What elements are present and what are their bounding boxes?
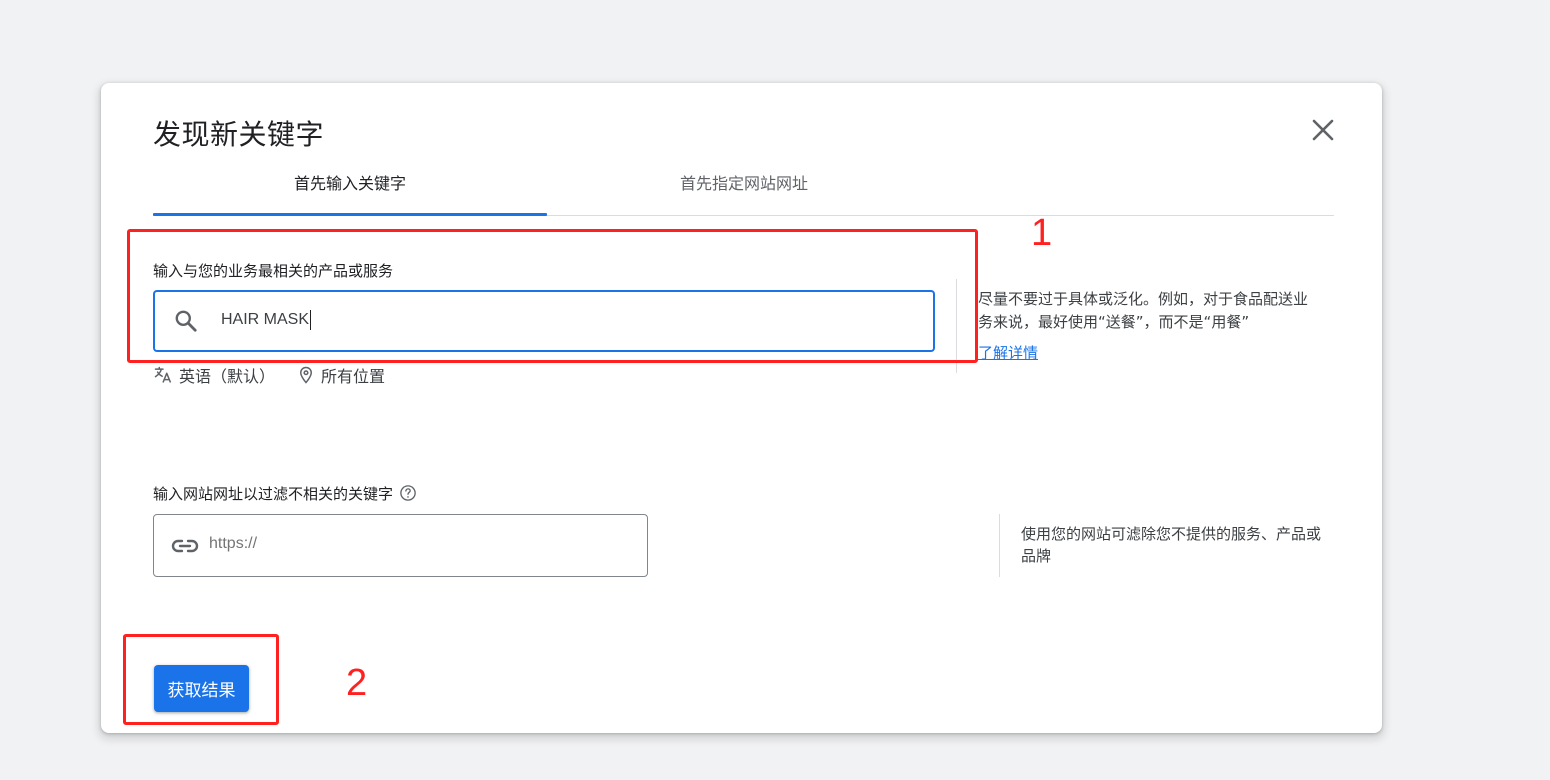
divider bbox=[956, 279, 957, 373]
tab-keywords-first[interactable]: 首先输入关键字 bbox=[153, 163, 547, 216]
website-url-field[interactable] bbox=[209, 535, 629, 553]
tab-website-first[interactable]: 首先指定网站网址 bbox=[547, 163, 941, 215]
website-field-label-text: 输入网站网址以过滤不相关的关键字 bbox=[153, 485, 394, 503]
dialog-title: 发现新关键字 bbox=[153, 118, 325, 151]
close-icon bbox=[1312, 119, 1334, 141]
translate-icon bbox=[154, 366, 172, 383]
website-field-label: 输入网站网址以过滤不相关的关键字 bbox=[153, 483, 417, 504]
location-label: 所有位置 bbox=[321, 367, 386, 386]
website-url-input[interactable] bbox=[153, 514, 648, 577]
language-selector[interactable]: 英语（默认） bbox=[153, 363, 275, 387]
get-results-button[interactable]: 获取结果 bbox=[154, 665, 249, 712]
keyword-field-label: 输入与您的业务最相关的产品或服务 bbox=[153, 262, 394, 280]
divider bbox=[999, 514, 1000, 577]
link-icon bbox=[171, 539, 199, 553]
close-button[interactable] bbox=[1309, 116, 1337, 144]
tab-bar: 首先输入关键字 首先指定网站网址 bbox=[153, 163, 1334, 216]
keyword-input[interactable]: HAIR MASK bbox=[153, 290, 935, 352]
location-selector[interactable]: 所有位置 bbox=[297, 363, 385, 387]
text-caret bbox=[310, 310, 312, 330]
targeting-row: 英语（默认） 所有位置 bbox=[153, 363, 407, 387]
search-icon bbox=[175, 310, 197, 332]
location-pin-icon bbox=[300, 366, 313, 384]
keyword-discovery-dialog: 发现新关键字 首先输入关键字 首先指定网站网址 输入与您的业务最相关的产品或服务… bbox=[101, 83, 1382, 733]
annotation-number: 2 bbox=[346, 662, 368, 704]
learn-more-link[interactable]: 了解详情 bbox=[978, 342, 1038, 363]
website-hint: 使用您的网站可滤除您不提供的服务、产品或品牌 bbox=[1021, 525, 1322, 565]
help-icon[interactable] bbox=[399, 484, 417, 502]
keyword-hint: 尽量不要过于具体或泛化。例如，对于食品配送业务来说，最好使用“送餐”，而不是“用… bbox=[978, 290, 1309, 331]
annotation-number: 1 bbox=[1031, 212, 1053, 254]
language-label: 英语（默认） bbox=[179, 367, 276, 386]
keyword-input-value: HAIR MASK bbox=[221, 310, 312, 330]
